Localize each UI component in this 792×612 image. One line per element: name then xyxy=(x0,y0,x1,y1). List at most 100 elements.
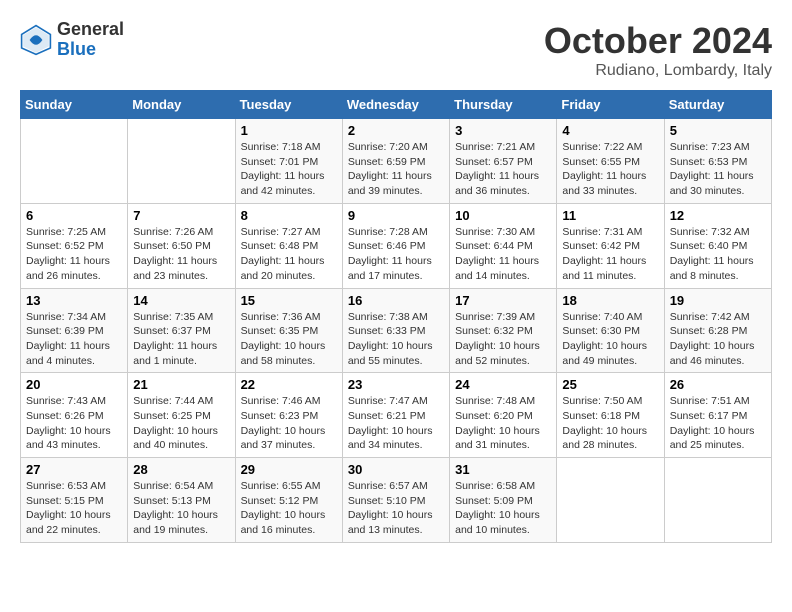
day-detail: Sunrise: 6:53 AMSunset: 5:15 PMDaylight:… xyxy=(26,479,122,538)
day-number: 21 xyxy=(133,377,229,392)
calendar-cell: 24Sunrise: 7:48 AMSunset: 6:20 PMDayligh… xyxy=(450,373,557,458)
calendar-cell: 11 Sunrise: 7:31 AMSunset: 6:42 PMDayligh… xyxy=(557,203,664,288)
day-number: 30 xyxy=(348,462,444,477)
day-number: 7 xyxy=(133,208,229,223)
calendar-cell: 3Sunrise: 7:21 AMSunset: 6:57 PMDaylight… xyxy=(450,119,557,204)
day-number: 2 xyxy=(348,123,444,138)
month-title: October 2024 xyxy=(544,20,772,62)
day-number: 5 xyxy=(670,123,766,138)
day-number: 4 xyxy=(562,123,658,138)
calendar-cell: 18 Sunrise: 7:40 AMSunset: 6:30 PMDayligh… xyxy=(557,288,664,373)
day-number: 6 xyxy=(26,208,122,223)
day-detail: Sunrise: 7:28 AMSunset: 6:46 PMDaylight:… xyxy=(348,225,444,284)
weekday-header: Thursday xyxy=(450,91,557,119)
day-number: 18 xyxy=(562,293,658,308)
calendar-cell: 23 Sunrise: 7:47 AMSunset: 6:21 PMDayligh… xyxy=(342,373,449,458)
day-detail: Sunrise: 6:58 AMSunset: 5:09 PMDaylight:… xyxy=(455,479,551,538)
day-number: 23 xyxy=(348,377,444,392)
calendar-cell: 19 Sunrise: 7:42 AMSunset: 6:28 PMDayligh… xyxy=(664,288,771,373)
calendar-cell: 14 Sunrise: 7:35 AMSunset: 6:37 PMDayligh… xyxy=(128,288,235,373)
calendar-cell: 25Sunrise: 7:50 AMSunset: 6:18 PMDayligh… xyxy=(557,373,664,458)
calendar-cell: 20 Sunrise: 7:43 AMSunset: 6:26 PMDayligh… xyxy=(21,373,128,458)
logo-text: General Blue xyxy=(57,20,124,60)
day-detail: Sunrise: 7:18 AMSunset: 7:01 PMDaylight:… xyxy=(241,140,337,199)
calendar-cell xyxy=(21,119,128,204)
calendar-cell: 5Sunrise: 7:23 AMSunset: 6:53 PMDaylight… xyxy=(664,119,771,204)
day-detail: Sunrise: 7:46 AMSunset: 6:23 PMDaylight:… xyxy=(241,394,337,453)
day-detail: Sunrise: 7:26 AMSunset: 6:50 PMDaylight:… xyxy=(133,225,229,284)
day-number: 8 xyxy=(241,208,337,223)
calendar-cell: 22 Sunrise: 7:46 AMSunset: 6:23 PMDayligh… xyxy=(235,373,342,458)
day-number: 22 xyxy=(241,377,337,392)
title-area: October 2024 Rudiano, Lombardy, Italy xyxy=(544,20,772,80)
calendar-cell: 10 Sunrise: 7:30 AMSunset: 6:44 PMDayligh… xyxy=(450,203,557,288)
logo: General Blue xyxy=(20,20,124,60)
calendar-cell: 13Sunrise: 7:34 AMSunset: 6:39 PMDayligh… xyxy=(21,288,128,373)
calendar-cell: 6Sunrise: 7:25 AMSunset: 6:52 PMDaylight… xyxy=(21,203,128,288)
day-detail: Sunrise: 7:36 AMSunset: 6:35 PMDaylight:… xyxy=(241,310,337,369)
day-detail: Sunrise: 7:31 AMSunset: 6:42 PMDaylight:… xyxy=(562,225,658,284)
calendar-cell xyxy=(557,458,664,543)
day-number: 17 xyxy=(455,293,551,308)
day-detail: Sunrise: 7:44 AMSunset: 6:25 PMDaylight:… xyxy=(133,394,229,453)
day-detail: Sunrise: 7:22 AMSunset: 6:55 PMDaylight:… xyxy=(562,140,658,199)
logo-line2: Blue xyxy=(57,40,124,60)
weekday-header: Tuesday xyxy=(235,91,342,119)
calendar-cell: 26 Sunrise: 7:51 AMSunset: 6:17 PMDayligh… xyxy=(664,373,771,458)
day-detail: Sunrise: 7:50 AMSunset: 6:18 PMDaylight:… xyxy=(562,394,658,453)
calendar-cell: 28 Sunrise: 6:54 AMSunset: 5:13 PMDayligh… xyxy=(128,458,235,543)
weekday-header-row: SundayMondayTuesdayWednesdayThursdayFrid… xyxy=(21,91,772,119)
header: General Blue October 2024 Rudiano, Lomba… xyxy=(20,20,772,80)
calendar-cell: 2 Sunrise: 7:20 AMSunset: 6:59 PMDaylight… xyxy=(342,119,449,204)
calendar-cell: 8Sunrise: 7:27 AMSunset: 6:48 PMDaylight… xyxy=(235,203,342,288)
logo-line1: General xyxy=(57,20,124,40)
day-number: 29 xyxy=(241,462,337,477)
day-number: 26 xyxy=(670,377,766,392)
day-detail: Sunrise: 7:47 AMSunset: 6:21 PMDaylight:… xyxy=(348,394,444,453)
calendar-cell: 16Sunrise: 7:38 AMSunset: 6:33 PMDayligh… xyxy=(342,288,449,373)
day-number: 19 xyxy=(670,293,766,308)
calendar-cell: 15Sunrise: 7:36 AMSunset: 6:35 PMDayligh… xyxy=(235,288,342,373)
day-number: 24 xyxy=(455,377,551,392)
day-detail: Sunrise: 7:39 AMSunset: 6:32 PMDaylight:… xyxy=(455,310,551,369)
calendar-cell xyxy=(128,119,235,204)
day-number: 16 xyxy=(348,293,444,308)
day-detail: Sunrise: 7:51 AMSunset: 6:17 PMDaylight:… xyxy=(670,394,766,453)
day-detail: Sunrise: 6:54 AMSunset: 5:13 PMDaylight:… xyxy=(133,479,229,538)
day-detail: Sunrise: 7:32 AMSunset: 6:40 PMDaylight:… xyxy=(670,225,766,284)
day-detail: Sunrise: 7:43 AMSunset: 6:26 PMDaylight:… xyxy=(26,394,122,453)
day-number: 11 xyxy=(562,208,658,223)
day-number: 14 xyxy=(133,293,229,308)
weekday-header: Sunday xyxy=(21,91,128,119)
day-detail: Sunrise: 6:57 AMSunset: 5:10 PMDaylight:… xyxy=(348,479,444,538)
calendar-week-row: 13Sunrise: 7:34 AMSunset: 6:39 PMDayligh… xyxy=(21,288,772,373)
calendar-week-row: 1 Sunrise: 7:18 AMSunset: 7:01 PMDaylight… xyxy=(21,119,772,204)
logo-icon xyxy=(20,24,52,56)
calendar-cell: 7 Sunrise: 7:26 AMSunset: 6:50 PMDaylight… xyxy=(128,203,235,288)
calendar-cell: 1 Sunrise: 7:18 AMSunset: 7:01 PMDaylight… xyxy=(235,119,342,204)
calendar-cell xyxy=(664,458,771,543)
day-number: 10 xyxy=(455,208,551,223)
day-number: 31 xyxy=(455,462,551,477)
calendar-cell: 21 Sunrise: 7:44 AMSunset: 6:25 PMDayligh… xyxy=(128,373,235,458)
weekday-header: Wednesday xyxy=(342,91,449,119)
day-detail: Sunrise: 7:40 AMSunset: 6:30 PMDaylight:… xyxy=(562,310,658,369)
day-number: 1 xyxy=(241,123,337,138)
day-number: 13 xyxy=(26,293,122,308)
calendar-cell: 12Sunrise: 7:32 AMSunset: 6:40 PMDayligh… xyxy=(664,203,771,288)
weekday-header: Friday xyxy=(557,91,664,119)
day-detail: Sunrise: 7:20 AMSunset: 6:59 PMDaylight:… xyxy=(348,140,444,199)
calendar-cell: 9 Sunrise: 7:28 AMSunset: 6:46 PMDaylight… xyxy=(342,203,449,288)
day-detail: Sunrise: 7:42 AMSunset: 6:28 PMDaylight:… xyxy=(670,310,766,369)
weekday-header: Saturday xyxy=(664,91,771,119)
day-detail: Sunrise: 7:30 AMSunset: 6:44 PMDaylight:… xyxy=(455,225,551,284)
day-number: 3 xyxy=(455,123,551,138)
calendar-table: SundayMondayTuesdayWednesdayThursdayFrid… xyxy=(20,90,772,543)
day-detail: Sunrise: 7:35 AMSunset: 6:37 PMDaylight:… xyxy=(133,310,229,369)
calendar-week-row: 27 Sunrise: 6:53 AMSunset: 5:15 PMDayligh… xyxy=(21,458,772,543)
day-number: 9 xyxy=(348,208,444,223)
day-number: 28 xyxy=(133,462,229,477)
day-number: 27 xyxy=(26,462,122,477)
day-number: 20 xyxy=(26,377,122,392)
weekday-header: Monday xyxy=(128,91,235,119)
